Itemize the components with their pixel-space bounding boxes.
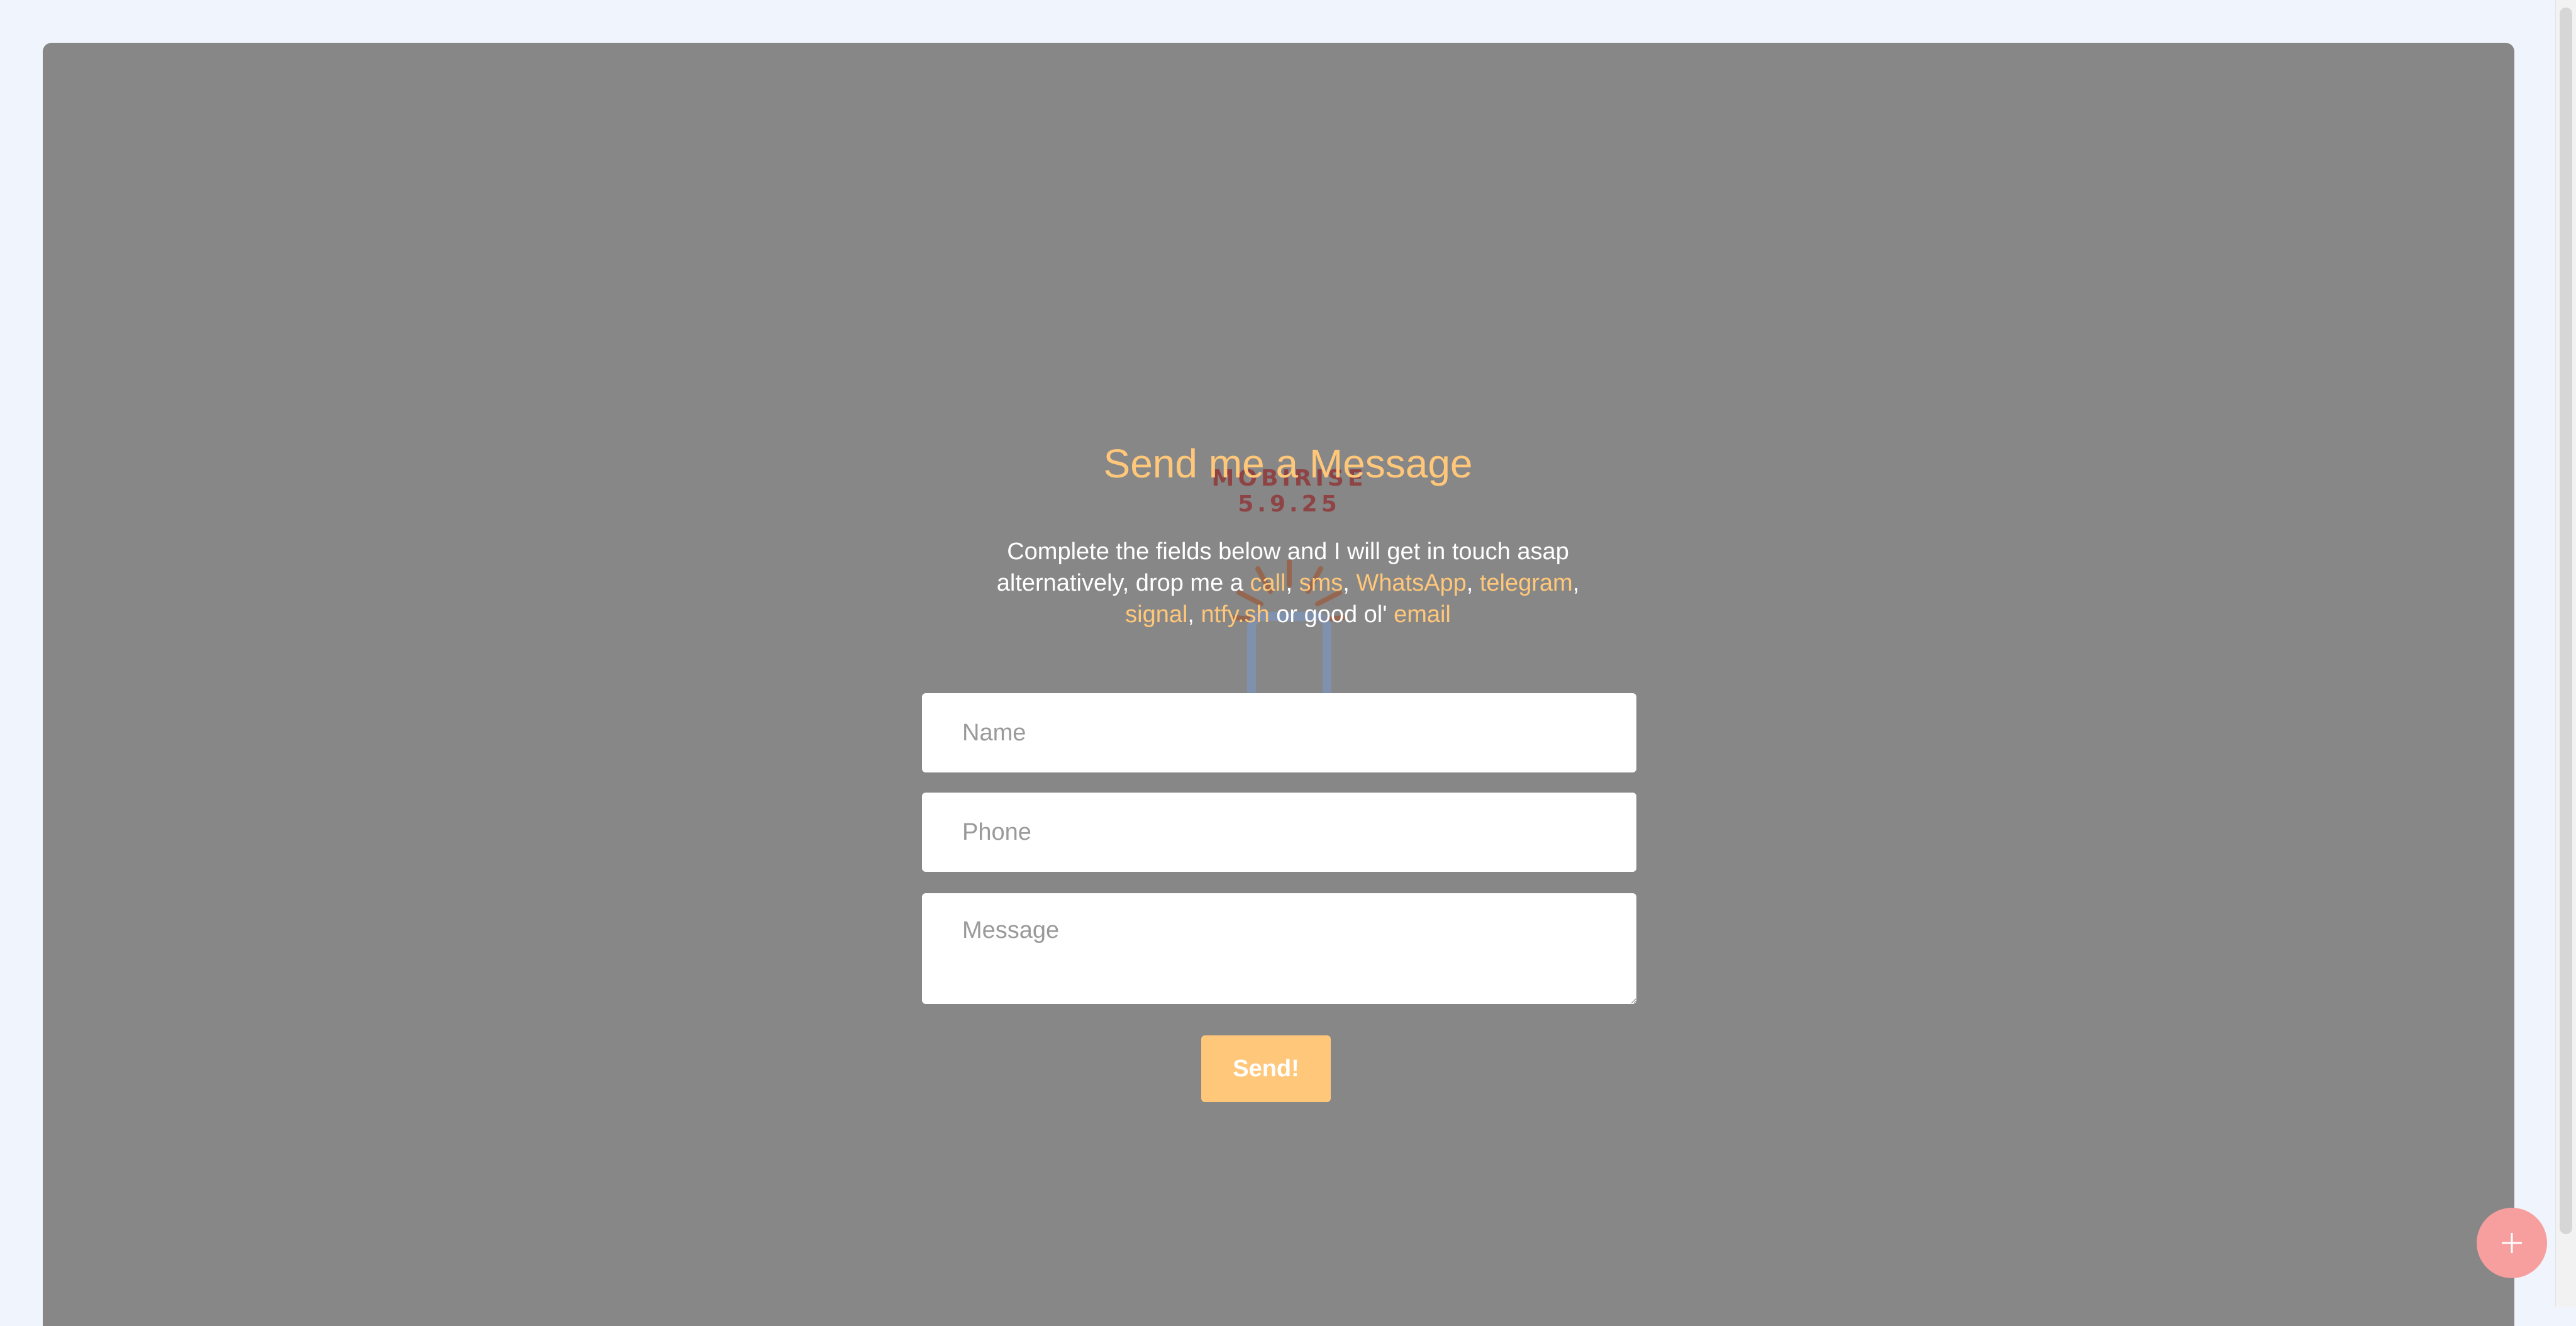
ntfy-link[interactable]: ntfy.sh: [1201, 601, 1270, 628]
section-description: Complete the fields below and I will get…: [974, 536, 1602, 630]
add-block-button[interactable]: [2477, 1208, 2547, 1278]
sms-link[interactable]: sms: [1299, 570, 1343, 596]
telegram-link[interactable]: telegram: [1480, 570, 1573, 596]
separator: ,: [1187, 601, 1201, 628]
call-link[interactable]: call: [1250, 570, 1285, 596]
message-field[interactable]: [922, 893, 1636, 1004]
scrollbar-thumb[interactable]: [2560, 8, 2572, 1234]
name-field[interactable]: [922, 693, 1636, 772]
send-button[interactable]: Send!: [1201, 1035, 1331, 1102]
description-line-3: signal, ntfy.sh or good ol' email: [974, 599, 1602, 630]
whatsapp-link[interactable]: WhatsApp: [1356, 570, 1466, 596]
separator: ,: [1466, 570, 1480, 596]
separator: ,: [1285, 570, 1299, 596]
signal-link[interactable]: signal: [1125, 601, 1187, 628]
description-prefix: alternatively, drop me a: [996, 570, 1250, 596]
plus-icon: [2502, 1233, 2522, 1253]
description-line-2: alternatively, drop me a call, sms, What…: [974, 567, 1602, 599]
good-ol-text: or good ol': [1269, 601, 1394, 628]
email-link[interactable]: email: [1394, 601, 1451, 628]
description-line-1: Complete the fields below and I will get…: [1007, 538, 1569, 565]
page-scrollbar[interactable]: [2555, 0, 2576, 1307]
separator: ,: [1572, 570, 1580, 596]
separator: ,: [1343, 570, 1357, 596]
phone-field[interactable]: [922, 793, 1636, 872]
section-title: Send me a Message: [1103, 441, 1473, 486]
